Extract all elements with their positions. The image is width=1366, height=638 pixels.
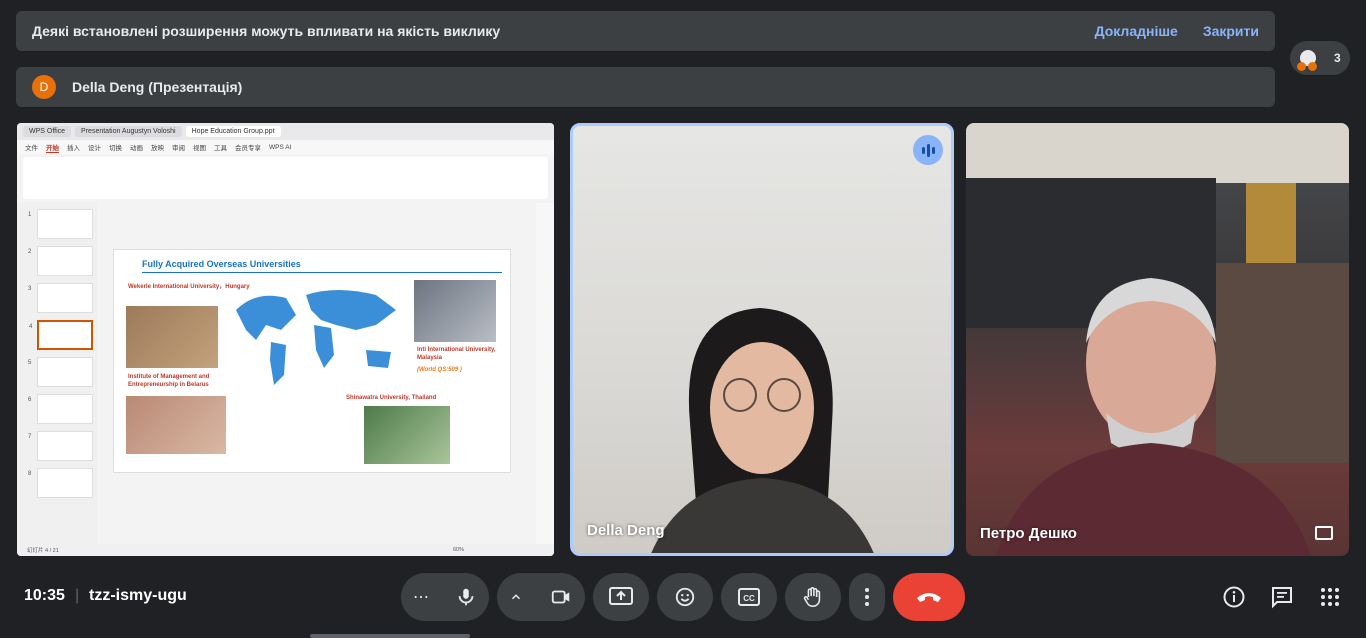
world-map-icon	[236, 290, 396, 385]
slide: Fully Acquired Overseas Universities Wek…	[113, 249, 511, 473]
wps-menu-item: 插入	[67, 145, 80, 152]
info-icon[interactable]	[1221, 584, 1247, 610]
emoji-icon[interactable]	[657, 573, 713, 621]
slide-thumb: 8	[28, 468, 93, 498]
university-label: Wekerle International University，Hungary	[128, 284, 250, 290]
participant-name: Della Deng	[587, 522, 665, 539]
avatar: D	[32, 75, 56, 99]
learn-more-link[interactable]: Докладніше	[1095, 23, 1178, 39]
captions-icon[interactable]: CC	[721, 573, 777, 621]
slide-thumb: 6	[28, 394, 93, 424]
university-photo	[126, 396, 226, 454]
slide-thumb: 2	[28, 246, 93, 276]
wps-menu-item: 动画	[130, 145, 143, 152]
present-screen-icon[interactable]	[593, 573, 649, 621]
wps-menu-item: 文件	[25, 145, 38, 152]
wps-menu-item: 设计	[88, 145, 101, 152]
meeting-time: 10:35	[24, 587, 65, 604]
mic-control-group: ⋯	[401, 573, 489, 621]
thumb-number: 5	[28, 360, 32, 366]
presentation-title: Della Deng (Презентація)	[72, 79, 243, 95]
wps-status-bar: 幻灯片 4 / 21 60%	[17, 544, 554, 556]
participant-avatar-icon	[1297, 50, 1317, 71]
scroll-indicator	[310, 634, 470, 638]
participant-video	[651, 308, 874, 553]
thumb-number: 1	[28, 212, 32, 218]
slide-divider	[142, 272, 502, 273]
slide-canvas: Fully Acquired Overseas Universities Wek…	[97, 203, 536, 544]
thumb-number: 3	[28, 286, 32, 292]
chat-icon[interactable]	[1269, 584, 1295, 610]
thumb-number: 2	[28, 249, 32, 255]
videocam-icon[interactable]	[549, 586, 573, 608]
chevron-up-icon[interactable]	[509, 590, 523, 604]
speaking-indicator-icon	[913, 135, 943, 165]
university-label: Institute of Management and Entrepreneur…	[128, 374, 210, 388]
thumb-number: 8	[28, 471, 32, 477]
divider: |	[75, 587, 80, 604]
university-label: Shinawatra University, Thailand	[346, 395, 437, 401]
mic-icon[interactable]	[455, 586, 477, 608]
picture-in-picture-icon[interactable]	[1315, 526, 1333, 540]
university-photo	[364, 406, 450, 464]
wps-ribbon	[23, 157, 548, 199]
meeting-code: tzz-ismy-ugu	[89, 587, 187, 604]
university-label: Inti International University, Malaysia	[417, 347, 496, 361]
slide-thumb: 7	[28, 431, 93, 461]
slide-thumb: 5	[28, 357, 93, 387]
slide-thumb: 1	[28, 209, 93, 239]
wps-body: 1 2 3 4 5 6 7 8 Fully Acquired Overseas …	[17, 203, 554, 544]
slide-thumb: 3	[28, 283, 93, 313]
more-horiz-icon[interactable]: ⋯	[413, 587, 429, 607]
university-photo	[126, 306, 218, 368]
wps-menu-item: 审阅	[172, 145, 185, 152]
wps-tab: Hope Education Group.ppt	[185, 126, 281, 137]
avatar-dot-icon	[1297, 62, 1306, 71]
hand-icon[interactable]	[785, 573, 841, 621]
thumb-number: 7	[28, 434, 32, 440]
more-vert-icon[interactable]	[849, 573, 885, 621]
wps-menu-item: 会员专享	[235, 145, 261, 152]
participant-tile-della[interactable]: Della Deng	[570, 123, 954, 556]
camera-control-group	[497, 573, 585, 621]
wps-menu-item: 工具	[214, 145, 227, 152]
presentation-bar: D Della Deng (Презентація)	[16, 67, 1275, 107]
banner-message: Деякі встановлені розширення можуть впли…	[32, 23, 501, 39]
thumb-number: 4	[29, 324, 33, 330]
wps-menu-item: 开始	[46, 142, 59, 153]
thumb-number: 6	[28, 397, 32, 403]
wps-tab: Presentation Augustyn Voloshi	[75, 126, 182, 137]
wps-right-sidebar	[536, 203, 554, 544]
wps-menu-item: 切换	[109, 145, 122, 152]
apps-icon[interactable]	[1317, 584, 1343, 610]
wps-tab-strip: WPS Office Presentation Augustyn Voloshi…	[17, 123, 554, 140]
wps-menu-item: 放映	[151, 145, 164, 152]
participant-name: Петро Дешко	[980, 525, 1077, 542]
wps-menu-item: 视图	[193, 145, 206, 152]
zoom-level: 60%	[452, 547, 464, 553]
call-end-icon[interactable]	[893, 573, 965, 621]
slide-title: Fully Acquired Overseas Universities	[142, 259, 301, 269]
screen-share-tile[interactable]: WPS Office Presentation Augustyn Voloshi…	[17, 123, 554, 556]
university-photo	[414, 280, 496, 342]
participant-tile-petro[interactable]: Петро Дешко	[966, 123, 1349, 556]
participant-video	[966, 123, 1349, 556]
slide-thumbnails: 1 2 3 4 5 6 7 8	[17, 203, 97, 544]
avatar-dot-icon	[1308, 62, 1317, 71]
people-count: 3	[1334, 51, 1341, 65]
wps-menu-item: WPS AI	[269, 143, 292, 151]
slide-counter: 幻灯片 4 / 21	[27, 548, 59, 554]
wps-menu-bar: 文件 开始 插入 设计 切换 动画 放映 审阅 视图 工具 会员专享 WPS A…	[17, 140, 554, 154]
close-banner-button[interactable]: Закрити	[1203, 23, 1259, 39]
extensions-warning-banner: Деякі встановлені розширення можуть впли…	[16, 11, 1275, 51]
slide-thumb-selected: 4	[29, 320, 93, 350]
people-button[interactable]: 3	[1290, 41, 1350, 75]
qs-ranking: (World QS:509 )	[417, 367, 462, 373]
wps-tab: WPS Office	[23, 126, 72, 137]
svg-text:CC: CC	[743, 594, 755, 603]
